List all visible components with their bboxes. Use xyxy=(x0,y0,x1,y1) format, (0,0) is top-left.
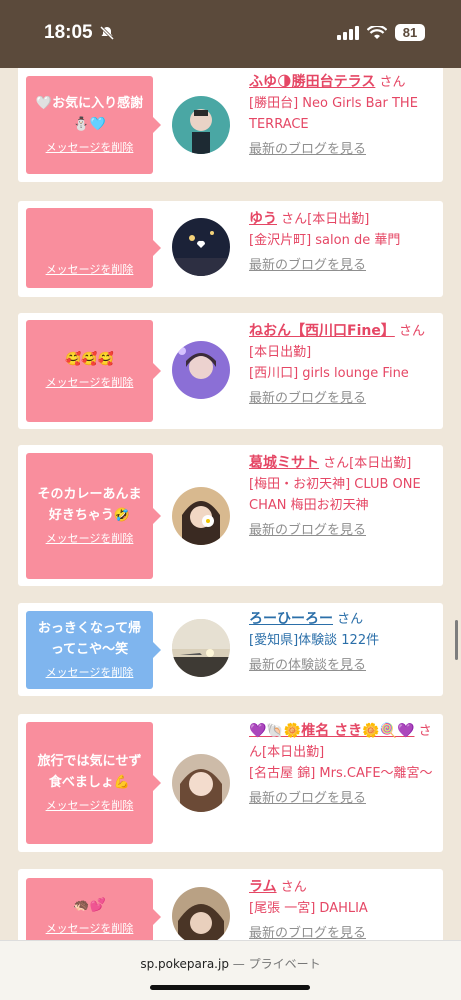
list-item: メッセージを削除 ゆう さん[本日出勤] [金沢片町] salon de 華門 … xyxy=(18,201,443,297)
status-bar: 18:05 81 xyxy=(0,0,461,68)
list-item: そのカレーあんま好きちゃう🤣 メッセージを削除 葛城ミサト さん[本日出勤] [… xyxy=(18,445,443,586)
url-separator: — xyxy=(232,957,245,971)
message-text: 🦔💕 xyxy=(73,898,106,913)
honorific: さん xyxy=(379,75,406,90)
avatar[interactable] xyxy=(172,754,230,812)
girl-name-link[interactable]: ねおん【西川口Fine】 xyxy=(249,323,395,339)
latest-blog-link[interactable]: 最新のブログを見る xyxy=(249,139,439,160)
list-item: 🥰🥰🥰 メッセージを削除 ねおん【西川口Fine】 さん[本日出勤] [西川口]… xyxy=(18,313,443,429)
shop-name: [名古屋 錦] Mrs.CAFE〜離宮〜 xyxy=(249,766,433,781)
delete-message-link[interactable]: メッセージを削除 xyxy=(46,795,134,816)
list-item: おっきくなって帰ってこや〜笑 メッセージを削除 ろーひーろー さん [愛知県]体… xyxy=(18,603,443,696)
battery-indicator: 81 xyxy=(395,24,425,41)
shop-name: [勝田台] Neo Girls Bar THE TERRACE xyxy=(249,96,418,132)
clock: 18:05 xyxy=(44,22,93,43)
latest-blog-link[interactable]: 最新のブログを見る xyxy=(249,788,439,809)
review-count: [愛知県]体験談 122件 xyxy=(249,633,380,648)
latest-review-link[interactable]: 最新の体験談を見る xyxy=(249,655,439,676)
scroll-indicator[interactable] xyxy=(455,620,458,660)
honorific: さん xyxy=(280,880,307,895)
silent-bell-icon xyxy=(99,25,114,41)
latest-blog-link[interactable]: 最新のブログを見る xyxy=(249,923,439,940)
home-indicator[interactable] xyxy=(150,985,310,990)
avatar[interactable] xyxy=(172,218,230,276)
delete-message-link[interactable]: メッセージを削除 xyxy=(46,137,134,158)
url-text: sp.pokepara.jp xyxy=(140,957,229,971)
shop-name: [金沢片町] salon de 華門 xyxy=(249,233,401,248)
honorific: さん[本日出勤] xyxy=(281,212,370,227)
shop-name: [尾張 一宮] DAHLIA xyxy=(249,901,368,916)
girl-name-link[interactable]: ふゆ🌗勝田台テラス xyxy=(249,74,375,90)
avatar[interactable] xyxy=(172,887,230,940)
message-text: そのカレーあんま好きちゃう🤣 xyxy=(37,486,142,523)
message-bubble: おっきくなって帰ってこや〜笑 メッセージを削除 xyxy=(26,611,161,689)
signal-icon xyxy=(337,25,359,40)
girl-name-link[interactable]: 葛城ミサト xyxy=(249,455,319,471)
avatar[interactable] xyxy=(172,341,230,399)
avatar[interactable] xyxy=(172,487,230,545)
delete-message-link[interactable]: メッセージを削除 xyxy=(46,918,134,939)
latest-blog-link[interactable]: 最新のブログを見る xyxy=(249,520,439,541)
message-bubble: 🤍お気に入り感謝⛄🩵 メッセージを削除 xyxy=(26,76,161,174)
message-text: 🤍お気に入り感謝⛄🩵 xyxy=(35,95,144,132)
honorific: さん[本日出勤] xyxy=(323,456,412,471)
browser-address-bar[interactable]: sp.pokepara.jp — プライベート xyxy=(0,940,461,1000)
girl-name-link[interactable]: 💜🐚🌼椎名 さき🌼🍭💜 xyxy=(249,723,414,739)
user-name-link[interactable]: ろーひーろー xyxy=(249,611,333,627)
wifi-icon xyxy=(367,25,387,39)
message-bubble: 🥰🥰🥰 メッセージを削除 xyxy=(26,320,161,422)
list-item: 🤍お気に入り感謝⛄🩵 メッセージを削除 ふゆ🌗勝田台テラス さん [勝田台] N… xyxy=(18,68,443,182)
latest-blog-link[interactable]: 最新のブログを見る xyxy=(249,255,439,276)
delete-message-link[interactable]: メッセージを削除 xyxy=(46,528,134,549)
shop-name: [西川口] girls lounge Fine xyxy=(249,366,409,381)
message-text: 🥰🥰🥰 xyxy=(65,352,114,367)
list-item: 旅行では気にせず食べましょ💪 メッセージを削除 💜🐚🌼椎名 さき🌼🍭💜 さん[本… xyxy=(18,714,443,852)
list-item: 🦔💕 メッセージを削除 ラム さん [尾張 一宮] DAHLIA 最新のブログを… xyxy=(18,869,443,940)
girl-name-link[interactable]: ラム xyxy=(249,879,277,895)
girl-name-link[interactable]: ゆう xyxy=(249,211,277,227)
honorific: さん xyxy=(337,612,364,627)
delete-message-link[interactable]: メッセージを削除 xyxy=(46,662,134,683)
delete-message-link[interactable]: メッセージを削除 xyxy=(46,372,134,393)
favorites-list: 🤍お気に入り感謝⛄🩵 メッセージを削除 ふゆ🌗勝田台テラス さん [勝田台] N… xyxy=(0,68,461,940)
delete-message-link[interactable]: メッセージを削除 xyxy=(46,259,134,280)
message-text: 旅行では気にせず食べましょ💪 xyxy=(37,753,142,790)
message-bubble: 旅行では気にせず食べましょ💪 メッセージを削除 xyxy=(26,722,161,844)
shop-name: [梅田・お初天神] CLUB ONE CHAN 梅田お初天神 xyxy=(249,477,421,513)
avatar[interactable] xyxy=(172,619,230,677)
message-bubble: そのカレーあんま好きちゃう🤣 メッセージを削除 xyxy=(26,453,161,579)
message-bubble: 🦔💕 メッセージを削除 xyxy=(26,878,161,940)
message-text: おっきくなって帰ってこや〜笑 xyxy=(37,620,142,657)
private-mode-label: プライベート xyxy=(248,957,321,971)
latest-blog-link[interactable]: 最新のブログを見る xyxy=(249,388,439,409)
message-bubble: メッセージを削除 xyxy=(26,208,161,288)
avatar[interactable] xyxy=(172,96,230,154)
